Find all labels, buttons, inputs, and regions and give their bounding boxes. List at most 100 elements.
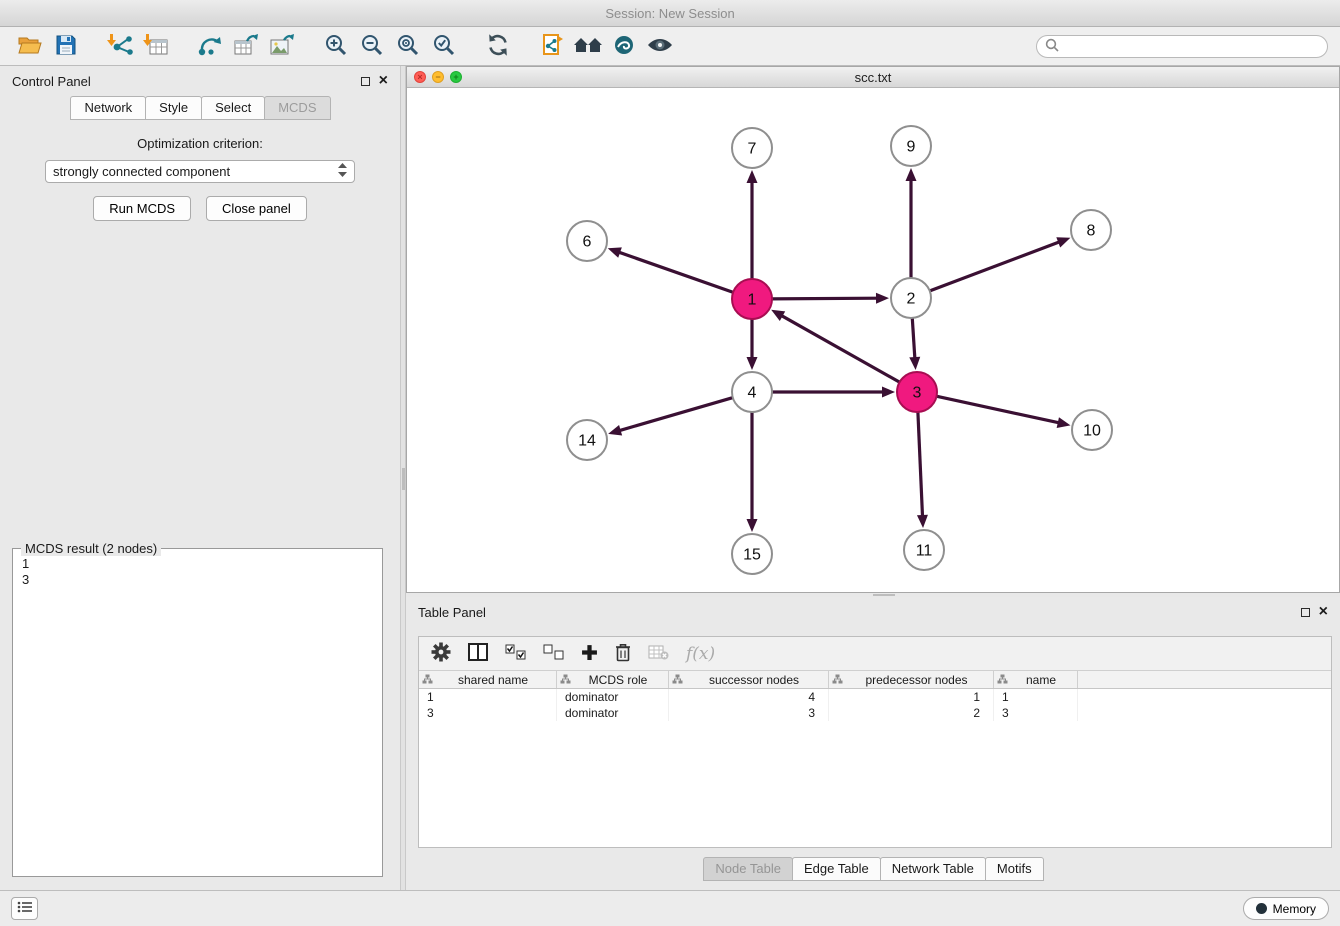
cell-shared-name[interactable]: 3	[419, 705, 557, 721]
select-all-columns-button[interactable]	[505, 640, 526, 668]
tab-select[interactable]: Select	[201, 96, 265, 120]
unchecked-boxes-icon	[543, 644, 564, 663]
export-table-button[interactable]	[228, 30, 264, 62]
tab-edge-table[interactable]: Edge Table	[792, 857, 881, 881]
zoom-fit-button[interactable]	[390, 30, 426, 62]
close-panel-icon[interactable]: ×	[379, 76, 388, 86]
graph-node-3[interactable]: 3	[897, 372, 937, 412]
graph-edge-4-14[interactable]	[619, 397, 735, 431]
cell-successor-nodes[interactable]: 4	[669, 689, 829, 705]
table-panel-title: Table Panel	[418, 605, 486, 620]
delete-columns-button[interactable]	[615, 640, 631, 668]
columns-icon	[468, 643, 488, 664]
window-zoom-button[interactable]: +	[450, 71, 462, 83]
table-toolbar: f(x)	[419, 637, 1331, 671]
list-icon	[17, 901, 33, 916]
graph-node-label: 11	[916, 543, 933, 560]
table-mode-button[interactable]	[431, 640, 451, 668]
show-details-button[interactable]	[642, 30, 678, 62]
deselect-all-columns-button[interactable]	[543, 640, 564, 668]
home-houses-icon	[573, 33, 603, 60]
graph-node-7[interactable]: 7	[732, 128, 772, 168]
graph-node-label: 15	[743, 547, 761, 564]
dropdown-arrows-icon	[338, 163, 347, 180]
float-window-icon[interactable]	[1301, 608, 1310, 617]
save-session-button[interactable]	[48, 30, 84, 62]
export-image-icon	[269, 33, 295, 60]
graph-edge-3-11[interactable]	[918, 410, 923, 517]
zoom-selected-button[interactable]	[426, 30, 462, 62]
vertical-splitter[interactable]	[400, 66, 406, 890]
close-panel-button[interactable]: Close panel	[206, 196, 307, 221]
graph-node-10[interactable]: 10	[1072, 410, 1112, 450]
tab-motifs[interactable]: Motifs	[985, 857, 1044, 881]
cell-mcds-role[interactable]: dominator	[557, 689, 669, 705]
graph-edge-1-2[interactable]	[770, 298, 878, 299]
tab-node-table[interactable]: Node Table	[703, 857, 793, 881]
graph-edge-2-8[interactable]	[928, 242, 1060, 292]
tab-style[interactable]: Style	[145, 96, 202, 120]
cell-shared-name[interactable]: 1	[419, 689, 557, 705]
run-mcds-button[interactable]: Run MCDS	[93, 196, 191, 221]
table-row[interactable]: 3 dominator 3 2 3	[419, 705, 1331, 721]
import-table-button[interactable]	[138, 30, 174, 62]
graph-node-14[interactable]: 14	[567, 420, 607, 460]
apply-style-button[interactable]	[606, 30, 642, 62]
cell-name[interactable]: 3	[994, 705, 1078, 721]
tab-network[interactable]: Network	[70, 96, 146, 120]
network-overview-button[interactable]	[570, 30, 606, 62]
graph-edge-3-1[interactable]	[781, 315, 902, 383]
graph-edge-3-10[interactable]	[935, 396, 1060, 423]
new-network-button[interactable]	[192, 30, 228, 62]
tab-network-table[interactable]: Network Table	[880, 857, 986, 881]
graph-node-11[interactable]: 11	[904, 530, 944, 570]
duplicate-network-button[interactable]	[534, 30, 570, 62]
import-network-button[interactable]	[102, 30, 138, 62]
column-header-successor-nodes[interactable]: successor nodes	[669, 671, 829, 688]
graph-edge-2-3[interactable]	[912, 316, 915, 359]
graph-edge-arrowhead	[608, 247, 622, 257]
optimization-criterion-dropdown[interactable]: strongly connected component	[45, 160, 355, 183]
graph-node-2[interactable]: 2	[891, 278, 931, 318]
graph-node-8[interactable]: 8	[1071, 210, 1111, 250]
open-file-button[interactable]	[12, 30, 48, 62]
zoom-in-button[interactable]	[318, 30, 354, 62]
network-canvas[interactable]: 7 9 6 8 1 2 4 3 14 10 15 11	[407, 88, 1339, 592]
cell-mcds-role[interactable]: dominator	[557, 705, 669, 721]
refresh-view-button[interactable]	[480, 30, 516, 62]
graph-edge-1-6[interactable]	[618, 252, 735, 293]
node-table-container: f(x) shared name MCDS role successor nod…	[418, 636, 1332, 848]
export-image-button[interactable]	[264, 30, 300, 62]
checked-boxes-icon	[505, 644, 526, 663]
show-panels-button[interactable]	[11, 897, 38, 920]
graph-node-9[interactable]: 9	[891, 126, 931, 166]
graph-node-15[interactable]: 15	[732, 534, 772, 574]
column-header-mcds-role[interactable]: MCDS role	[557, 671, 669, 688]
graph-node-6[interactable]: 6	[567, 221, 607, 261]
cell-predecessor-nodes[interactable]: 2	[829, 705, 994, 721]
function-builder-button[interactable]: f(x)	[686, 640, 715, 668]
close-panel-icon[interactable]: ×	[1319, 607, 1328, 617]
zoom-out-button[interactable]	[354, 30, 390, 62]
open-folder-icon	[17, 33, 43, 60]
delete-table-button[interactable]	[648, 640, 669, 668]
cell-predecessor-nodes[interactable]: 1	[829, 689, 994, 705]
float-window-icon[interactable]	[361, 77, 370, 86]
memory-button[interactable]: Memory	[1243, 897, 1329, 920]
create-new-column-button[interactable]	[581, 640, 598, 668]
cell-successor-nodes[interactable]: 3	[669, 705, 829, 721]
column-header-shared-name[interactable]: shared name	[419, 671, 557, 688]
show-columns-button[interactable]	[468, 640, 488, 668]
table-row[interactable]: 1 dominator 4 1 1	[419, 689, 1331, 705]
column-header-predecessor-nodes[interactable]: predecessor nodes	[829, 671, 994, 688]
graph-node-1[interactable]: 1	[732, 279, 772, 319]
graph-edge-arrowhead	[917, 515, 928, 528]
search-input[interactable]	[1064, 39, 1319, 53]
graph-node-4[interactable]: 4	[732, 372, 772, 412]
cell-name[interactable]: 1	[994, 689, 1078, 705]
window-close-button[interactable]: ×	[414, 71, 426, 83]
column-header-name[interactable]: name	[994, 671, 1078, 688]
tab-mcds[interactable]: MCDS	[264, 96, 330, 120]
window-minimize-button[interactable]: −	[432, 71, 444, 83]
horizontal-splitter[interactable]	[406, 593, 1340, 597]
